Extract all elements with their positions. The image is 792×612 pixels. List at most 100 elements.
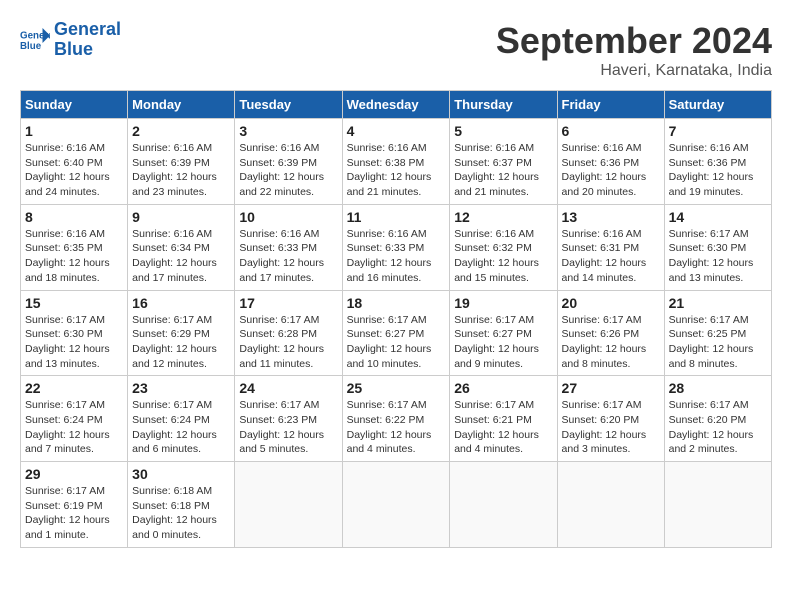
- table-row: 11 Sunrise: 6:16 AMSunset: 6:33 PMDayligh…: [342, 204, 450, 290]
- col-wednesday: Wednesday: [342, 91, 450, 119]
- svg-text:Blue: Blue: [20, 41, 42, 52]
- day-info: Sunrise: 6:16 AMSunset: 6:39 PMDaylight:…: [132, 141, 230, 200]
- day-number: 7: [669, 123, 767, 139]
- month-title: September 2024: [496, 20, 772, 62]
- calendar-body: 1 Sunrise: 6:16 AMSunset: 6:40 PMDaylight…: [21, 119, 772, 548]
- col-saturday: Saturday: [664, 91, 771, 119]
- day-info: Sunrise: 6:16 AMSunset: 6:36 PMDaylight:…: [562, 141, 660, 200]
- day-number: 17: [239, 295, 337, 311]
- table-row: 28 Sunrise: 6:17 AMSunset: 6:20 PMDayligh…: [664, 376, 771, 462]
- col-monday: Monday: [128, 91, 235, 119]
- day-number: 21: [669, 295, 767, 311]
- location-title: Haveri, Karnataka, India: [496, 62, 772, 80]
- col-friday: Friday: [557, 91, 664, 119]
- table-row: 20Sunrise: 6:17 AMSunset: 6:26 PMDayligh…: [557, 290, 664, 376]
- day-info: Sunrise: 6:16 AMSunset: 6:40 PMDaylight:…: [25, 141, 123, 200]
- calendar-week-row: 15Sunrise: 6:17 AMSunset: 6:30 PMDayligh…: [21, 290, 772, 376]
- day-info: Sunrise: 6:16 AMSunset: 6:33 PMDaylight:…: [239, 227, 337, 286]
- day-number: 3: [239, 123, 337, 139]
- table-row: 9Sunrise: 6:16 AMSunset: 6:34 PMDaylight…: [128, 204, 235, 290]
- calendar-week-row: 29Sunrise: 6:17 AMSunset: 6:19 PMDayligh…: [21, 462, 772, 548]
- table-row: 17 Sunrise: 6:17 AMSunset: 6:28 PMDayligh…: [235, 290, 342, 376]
- logo: General Blue General Blue: [20, 20, 121, 60]
- day-info: Sunrise: 6:16 AMSunset: 6:34 PMDaylight:…: [132, 227, 230, 286]
- calendar-header-row: Sunday Monday Tuesday Wednesday Thursday…: [21, 91, 772, 119]
- day-info: Sunrise: 6:16 AMSunset: 6:33 PMDaylight:…: [347, 227, 446, 286]
- day-number: 16: [132, 295, 230, 311]
- day-number: 27: [562, 380, 660, 396]
- table-row: 29Sunrise: 6:17 AMSunset: 6:19 PMDayligh…: [21, 462, 128, 548]
- day-info: Sunrise: 6:17 AMSunset: 6:30 PMDaylight:…: [669, 227, 767, 286]
- day-number: 22: [25, 380, 123, 396]
- table-row: 7Sunrise: 6:16 AMSunset: 6:36 PMDaylight…: [664, 119, 771, 205]
- calendar-week-row: 22 Sunrise: 6:17 AMSunset: 6:24 PMDayligh…: [21, 376, 772, 462]
- day-number: 24: [239, 380, 337, 396]
- table-row: 24Sunrise: 6:17 AMSunset: 6:23 PMDayligh…: [235, 376, 342, 462]
- table-row: 27 Sunrise: 6:17 AMSunset: 6:20 PMDayligh…: [557, 376, 664, 462]
- day-info: Sunrise: 6:17 AMSunset: 6:29 PMDaylight:…: [132, 313, 230, 372]
- day-info: Sunrise: 6:17 AMSunset: 6:20 PMDaylight:…: [562, 398, 660, 457]
- day-number: 11: [347, 209, 446, 225]
- day-info: Sunrise: 6:17 AMSunset: 6:25 PMDaylight:…: [669, 313, 767, 372]
- table-row: 18 Sunrise: 6:17 AMSunset: 6:27 PMDayligh…: [342, 290, 450, 376]
- table-row: 2Sunrise: 6:16 AMSunset: 6:39 PMDaylight…: [128, 119, 235, 205]
- table-row: 4 Sunrise: 6:16 AMSunset: 6:38 PMDaylight…: [342, 119, 450, 205]
- table-row: 19Sunrise: 6:17 AMSunset: 6:27 PMDayligh…: [450, 290, 557, 376]
- table-row: 16 Sunrise: 6:17 AMSunset: 6:29 PMDayligh…: [128, 290, 235, 376]
- day-info: Sunrise: 6:17 AMSunset: 6:28 PMDaylight:…: [239, 313, 337, 372]
- day-number: 8: [25, 209, 123, 225]
- day-number: 28: [669, 380, 767, 396]
- table-row: 6 Sunrise: 6:16 AMSunset: 6:36 PMDaylight…: [557, 119, 664, 205]
- day-info: Sunrise: 6:17 AMSunset: 6:24 PMDaylight:…: [132, 398, 230, 457]
- header: General Blue General Blue September 2024…: [20, 20, 772, 80]
- day-number: 4: [347, 123, 446, 139]
- table-row: [342, 462, 450, 548]
- day-number: 30: [132, 466, 230, 482]
- table-row: 8 Sunrise: 6:16 AMSunset: 6:35 PMDaylight…: [21, 204, 128, 290]
- day-number: 6: [562, 123, 660, 139]
- logo-icon: General Blue: [20, 26, 50, 54]
- day-number: 25: [347, 380, 446, 396]
- day-number: 23: [132, 380, 230, 396]
- table-row: 25 Sunrise: 6:17 AMSunset: 6:22 PMDayligh…: [342, 376, 450, 462]
- day-number: 20: [562, 295, 660, 311]
- day-info: Sunrise: 6:16 AMSunset: 6:39 PMDaylight:…: [239, 141, 337, 200]
- day-number: 19: [454, 295, 552, 311]
- day-number: 26: [454, 380, 552, 396]
- table-row: 3 Sunrise: 6:16 AMSunset: 6:39 PMDaylight…: [235, 119, 342, 205]
- day-number: 29: [25, 466, 123, 482]
- day-number: 5: [454, 123, 552, 139]
- day-info: Sunrise: 6:17 AMSunset: 6:20 PMDaylight:…: [669, 398, 767, 457]
- table-row: 13Sunrise: 6:16 AMSunset: 6:31 PMDayligh…: [557, 204, 664, 290]
- day-info: Sunrise: 6:16 AMSunset: 6:32 PMDaylight:…: [454, 227, 552, 286]
- day-number: 12: [454, 209, 552, 225]
- table-row: 5Sunrise: 6:16 AMSunset: 6:37 PMDaylight…: [450, 119, 557, 205]
- table-row: 1 Sunrise: 6:16 AMSunset: 6:40 PMDaylight…: [21, 119, 128, 205]
- day-number: 13: [562, 209, 660, 225]
- day-number: 1: [25, 123, 123, 139]
- day-info: Sunrise: 6:17 AMSunset: 6:30 PMDaylight:…: [25, 313, 123, 372]
- calendar-week-row: 1 Sunrise: 6:16 AMSunset: 6:40 PMDaylight…: [21, 119, 772, 205]
- logo-line1: General: [54, 19, 121, 39]
- table-row: [235, 462, 342, 548]
- calendar-week-row: 8 Sunrise: 6:16 AMSunset: 6:35 PMDaylight…: [21, 204, 772, 290]
- day-info: Sunrise: 6:16 AMSunset: 6:35 PMDaylight:…: [25, 227, 123, 286]
- day-number: 18: [347, 295, 446, 311]
- day-info: Sunrise: 6:17 AMSunset: 6:22 PMDaylight:…: [347, 398, 446, 457]
- table-row: 30 Sunrise: 6:18 AMSunset: 6:18 PMDayligh…: [128, 462, 235, 548]
- day-info: Sunrise: 6:18 AMSunset: 6:18 PMDaylight:…: [132, 484, 230, 543]
- table-row: 21 Sunrise: 6:17 AMSunset: 6:25 PMDayligh…: [664, 290, 771, 376]
- day-info: Sunrise: 6:17 AMSunset: 6:27 PMDaylight:…: [347, 313, 446, 372]
- title-area: September 2024 Haveri, Karnataka, India: [496, 20, 772, 80]
- table-row: 15Sunrise: 6:17 AMSunset: 6:30 PMDayligh…: [21, 290, 128, 376]
- day-info: Sunrise: 6:17 AMSunset: 6:24 PMDaylight:…: [25, 398, 123, 457]
- day-number: 14: [669, 209, 767, 225]
- col-tuesday: Tuesday: [235, 91, 342, 119]
- table-row: 22 Sunrise: 6:17 AMSunset: 6:24 PMDayligh…: [21, 376, 128, 462]
- logo-text: General Blue: [54, 20, 121, 60]
- table-row: 10 Sunrise: 6:16 AMSunset: 6:33 PMDayligh…: [235, 204, 342, 290]
- col-thursday: Thursday: [450, 91, 557, 119]
- day-info: Sunrise: 6:16 AMSunset: 6:38 PMDaylight:…: [347, 141, 446, 200]
- day-number: 10: [239, 209, 337, 225]
- calendar: Sunday Monday Tuesday Wednesday Thursday…: [20, 90, 772, 548]
